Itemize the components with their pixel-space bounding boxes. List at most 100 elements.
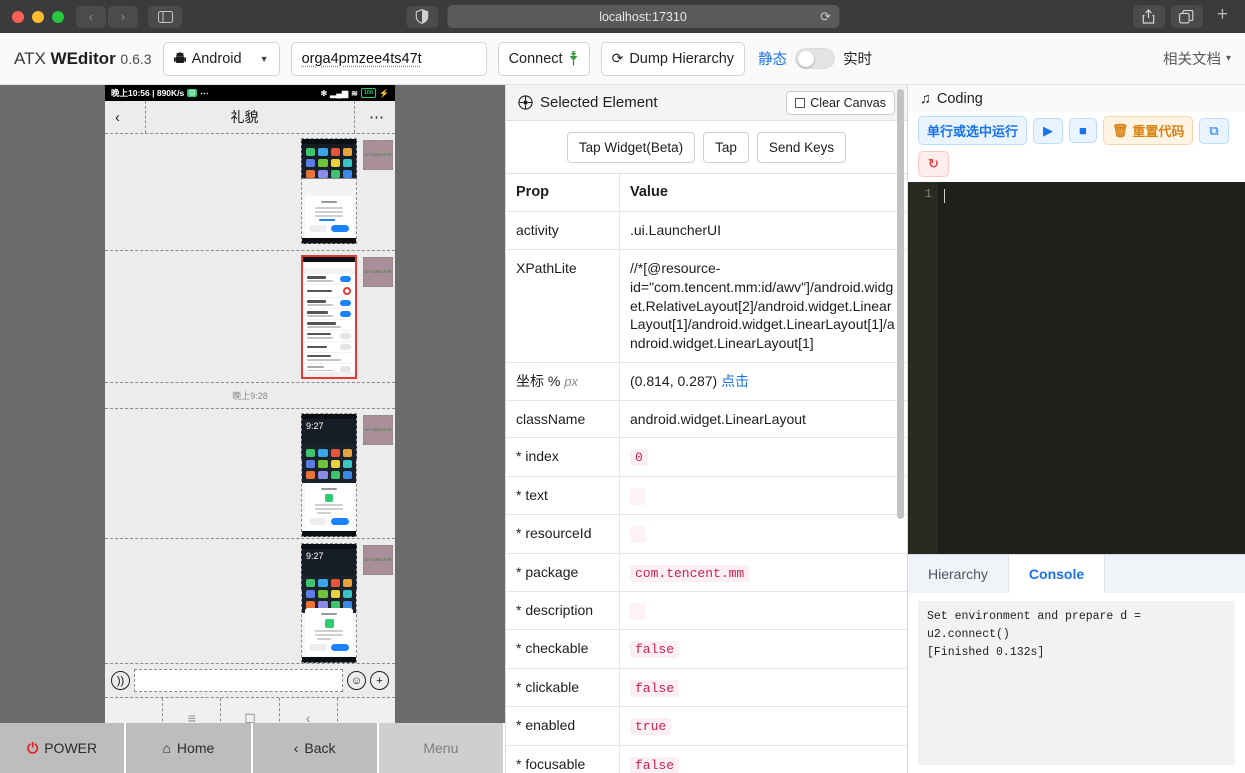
- device-serial-input[interactable]: orga4pmzee4ts47t: [290, 41, 487, 76]
- plus-icon[interactable]: +: [370, 671, 389, 690]
- row-value: true: [620, 707, 907, 744]
- chat-image-bubble[interactable]: 9:27: [301, 543, 357, 663]
- selected-chat-image-bubble[interactable]: [301, 255, 357, 379]
- avatar[interactable]: ATX WEDITOR: [363, 415, 393, 445]
- connect-button[interactable]: Connect: [497, 41, 590, 76]
- copy-icon: ⧉: [1209, 122, 1219, 138]
- coordinate-tap-link[interactable]: 点击: [721, 373, 749, 389]
- row-value: false: [620, 669, 907, 706]
- home-icon: ⌂: [162, 740, 171, 756]
- chevron-down-icon: ▾: [1225, 53, 1231, 64]
- device-screen[interactable]: 晚上10:56 | 890K/s ⊡ ⋯ ✻ ▂▄▆ ≋ 100 ⚡ ‹ 礼貌 …: [105, 85, 395, 723]
- code-value: false: [630, 756, 680, 773]
- power-button[interactable]: ⏻ POWER: [0, 723, 127, 773]
- home-button[interactable]: ⌂ Home: [126, 723, 253, 773]
- row-key-text: 坐标 %: [516, 372, 561, 389]
- signal-icon: ▂▄▆: [330, 88, 349, 98]
- editor-code-area[interactable]: [938, 182, 1245, 554]
- tap-widget-button[interactable]: Tap Widget(Beta): [566, 131, 696, 163]
- row-value: //*[@resource-id="com.tencent.mm:id/awv"…: [630, 260, 895, 352]
- row-key: activity: [506, 212, 620, 250]
- row-value: ·: [620, 592, 907, 629]
- new-tab-button[interactable]: +: [1209, 4, 1236, 29]
- menu-label: Menu: [423, 740, 459, 756]
- chat-message-row[interactable]: ATX WEDITOR: [105, 134, 395, 251]
- status-bar-left: 晚上10:56 | 890K/s ⊡ ⋯: [111, 87, 209, 99]
- row-value: 0: [620, 438, 907, 475]
- chat-image-bubble[interactable]: [301, 138, 357, 244]
- privacy-shield-button[interactable]: [406, 5, 438, 28]
- minimize-window-button[interactable]: [32, 10, 44, 23]
- row-value: android.widget.LinearLayout: [630, 410, 806, 427]
- url-input[interactable]: localhost:17310 ⟳: [447, 5, 839, 28]
- code-editor[interactable]: 1: [908, 182, 1245, 554]
- send-keys-button[interactable]: Send Keys: [756, 131, 847, 163]
- mode-static-label[interactable]: 静态: [758, 48, 787, 69]
- checkbox-icon: [795, 97, 806, 108]
- chevron-left-icon: ‹: [293, 740, 299, 756]
- back-button[interactable]: ‹ Back: [252, 723, 379, 773]
- chat-message-row-selected[interactable]: ATX WEDITOR: [105, 251, 395, 383]
- table-row: * enabled true: [506, 707, 907, 746]
- inspector-scrollbar[interactable]: [897, 89, 904, 519]
- show-tabs-button[interactable]: [1170, 5, 1203, 28]
- chat-back-button[interactable]: ‹: [115, 109, 120, 126]
- sysnav-back-button[interactable]: ‹: [280, 698, 338, 723]
- code-value: ·: [630, 487, 646, 505]
- emoji-icon[interactable]: ☺: [347, 671, 366, 690]
- copy-code-button[interactable]: ⧉: [1199, 117, 1229, 144]
- play-icon: ▶: [1043, 122, 1054, 138]
- mode-toggle[interactable]: [795, 48, 836, 69]
- stop-button[interactable]: ■: [1069, 118, 1097, 143]
- brand-name: WEditor: [50, 48, 116, 68]
- chat-message-row[interactable]: 9:27 ATX WEDITOR: [105, 539, 395, 664]
- chevron-left-icon: ‹: [88, 9, 94, 24]
- voice-icon[interactable]: )): [111, 671, 130, 690]
- table-row: * focusable false: [506, 745, 907, 773]
- run-selection-button[interactable]: 单行或选中运行: [918, 116, 1028, 145]
- property-table: Prop Value activity .ui.LauncherUI XPath…: [506, 174, 907, 773]
- share-button[interactable]: [1132, 5, 1165, 28]
- avatar[interactable]: ATX WEDITOR: [363, 257, 393, 287]
- device-system-navbar: ≡ ◻ ‹: [105, 698, 395, 723]
- platform-select[interactable]: Android ▼: [162, 41, 280, 76]
- reset-code-button[interactable]: 🗑 重置代码: [1102, 116, 1194, 145]
- tab-console[interactable]: Console: [1008, 555, 1106, 593]
- table-row: * checkable false: [506, 630, 907, 669]
- tap-button[interactable]: Tap: [703, 131, 749, 163]
- restart-button[interactable]: ↻: [918, 151, 949, 177]
- code-value: com.tencent.mm: [630, 564, 750, 582]
- chat-title: 礼貌: [230, 109, 259, 125]
- row-key: * resourceId: [506, 515, 620, 553]
- sysnav-menu-button[interactable]: ≡: [163, 698, 222, 723]
- tab-hierarchy[interactable]: Hierarchy: [908, 555, 1009, 593]
- avatar[interactable]: ATX WEDITOR: [363, 140, 393, 170]
- chat-image-bubble[interactable]: 9:27: [301, 413, 357, 537]
- clear-canvas-button[interactable]: Clear Canvas: [786, 90, 895, 115]
- chat-more-button[interactable]: ⋯: [369, 108, 385, 126]
- coding-header: ♫ Coding: [908, 85, 1245, 112]
- reload-icon[interactable]: ⟳: [820, 9, 831, 25]
- sidebar-toggle-button[interactable]: [148, 5, 182, 28]
- back-button[interactable]: ‹: [76, 5, 106, 28]
- chat-text-input[interactable]: [134, 669, 343, 692]
- run-button[interactable]: ▶: [1033, 117, 1064, 144]
- text-caret: [944, 188, 945, 203]
- avatar[interactable]: ATX WEDITOR: [363, 545, 393, 575]
- mode-live-label[interactable]: 实时: [843, 48, 872, 69]
- workspace: 晚上10:56 | 890K/s ⊡ ⋯ ✻ ▂▄▆ ≋ 100 ⚡ ‹ 礼貌 …: [0, 85, 1245, 773]
- device-status-bar: 晚上10:56 | 890K/s ⊡ ⋯ ✻ ▂▄▆ ≋ 100 ⚡: [105, 85, 395, 101]
- chat-timestamp-divider: 晚上9:28: [105, 383, 395, 409]
- table-header-row: Prop Value: [506, 174, 907, 213]
- menu-button[interactable]: Menu: [378, 723, 505, 773]
- maximize-window-button[interactable]: [52, 10, 64, 23]
- related-docs-dropdown[interactable]: 相关文档 ▾: [1163, 48, 1231, 69]
- shield-icon: [415, 9, 429, 24]
- sysnav-home-button[interactable]: ◻: [221, 698, 280, 723]
- code-value: ·: [630, 526, 646, 544]
- forward-button[interactable]: ›: [108, 5, 138, 28]
- chat-message-row[interactable]: 9:27 ATX WEDITOR: [105, 409, 395, 539]
- close-window-button[interactable]: [12, 10, 24, 23]
- sysnav-blank: [338, 698, 395, 723]
- dump-hierarchy-button[interactable]: ⟳ Dump Hierarchy: [600, 41, 746, 76]
